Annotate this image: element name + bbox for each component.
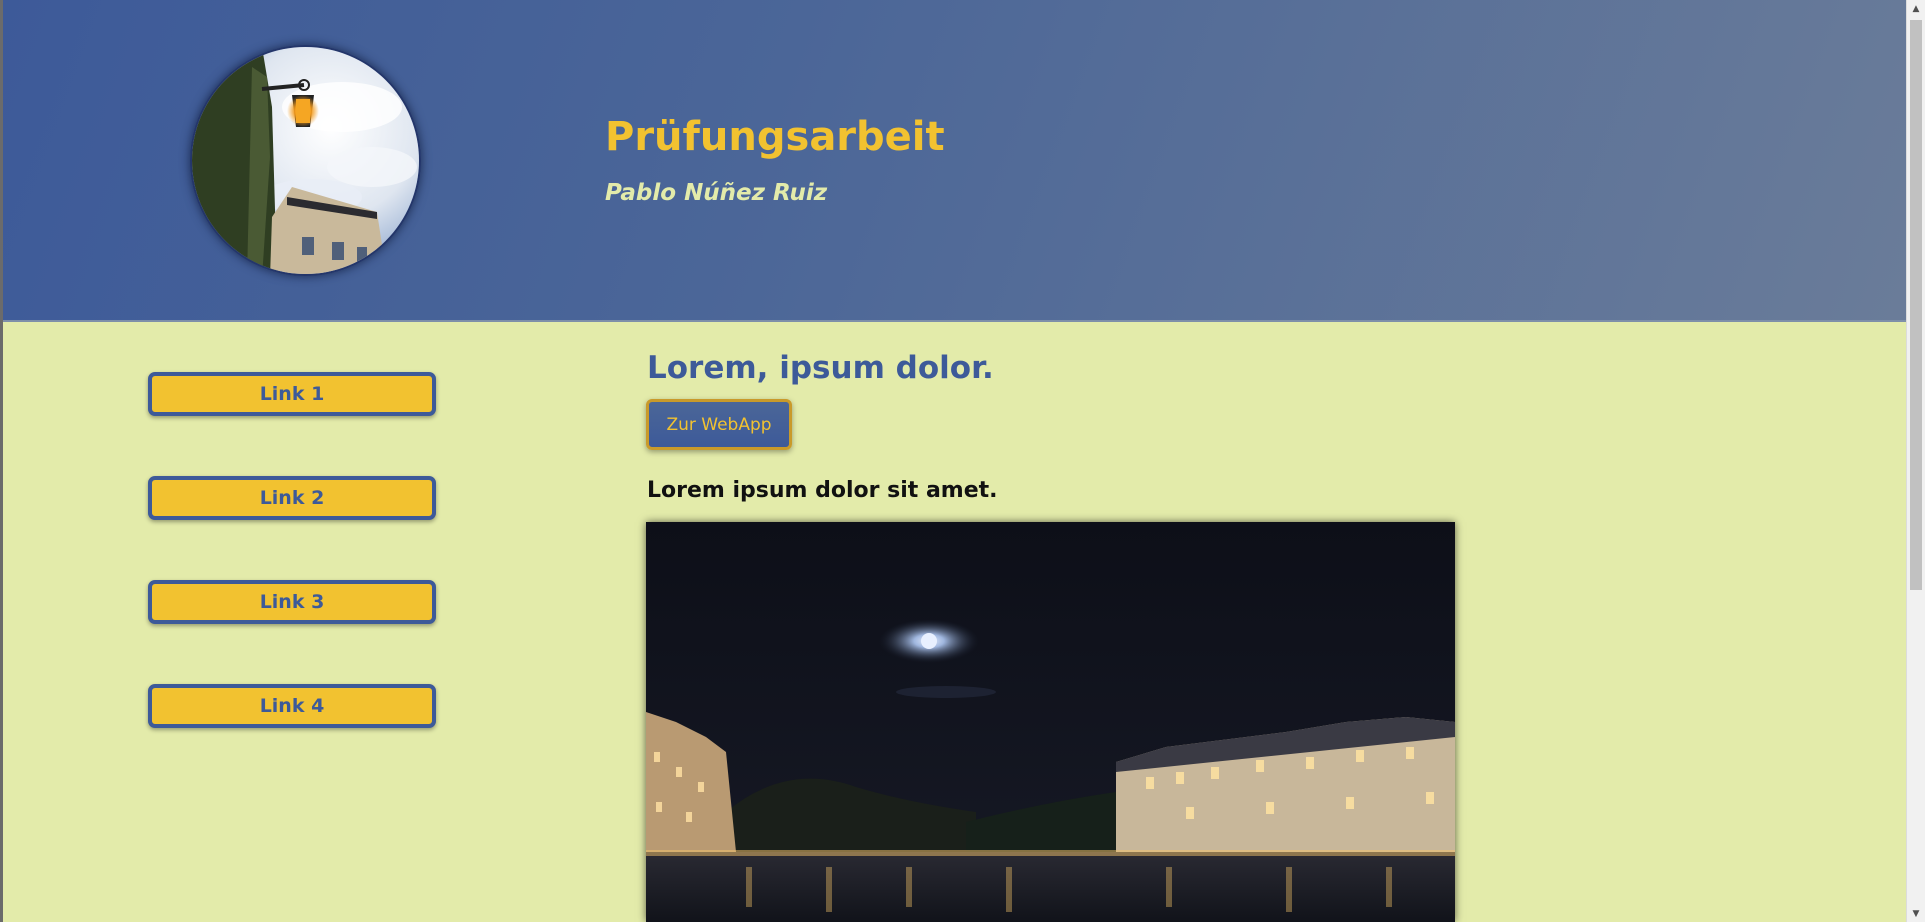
- scroll-up-icon[interactable]: ▲: [1907, 0, 1925, 17]
- site-title: Prüfungsarbeit: [605, 114, 945, 160]
- scroll-thumb[interactable]: [1910, 20, 1922, 590]
- scroll-down-icon[interactable]: ▼: [1907, 905, 1925, 922]
- content-subheading: Lorem ipsum dolor sit amet.: [647, 478, 998, 503]
- author-name: Pablo Núñez Ruiz: [605, 180, 828, 206]
- vertical-scrollbar[interactable]: ▲ ▼: [1906, 0, 1925, 922]
- content-heading: Lorem, ipsum dolor.: [647, 350, 994, 386]
- nav-link-1[interactable]: Link 1: [148, 372, 436, 416]
- nav-link-2[interactable]: Link 2: [148, 476, 436, 520]
- street-lamp-logo-icon: [190, 45, 421, 276]
- webapp-button[interactable]: Zur WebApp: [646, 399, 792, 450]
- site-header: Prüfungsarbeit Pablo Núñez Ruiz: [3, 0, 1906, 322]
- nav-link-3[interactable]: Link 3: [148, 580, 436, 624]
- nav-link-4[interactable]: Link 4: [148, 684, 436, 728]
- night-river-city-photo-icon: [646, 522, 1455, 922]
